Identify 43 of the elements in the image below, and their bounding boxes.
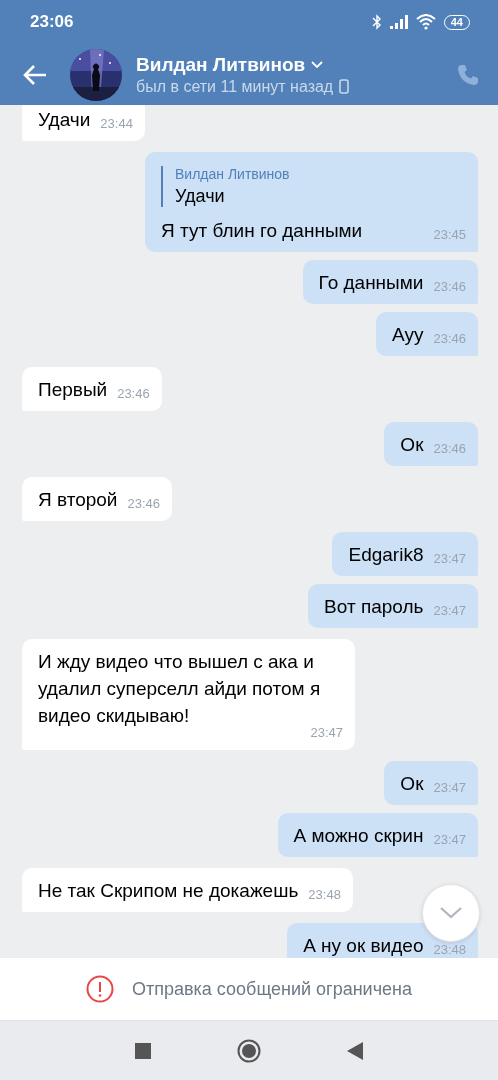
message-text: Я второй (38, 488, 118, 512)
message-text: А ну ок видео (303, 934, 424, 958)
message-time: 23:47 (309, 726, 343, 739)
wifi-icon (415, 14, 436, 30)
message-text: Го данными (318, 271, 424, 295)
message-time: 23:47 (432, 604, 466, 617)
quote-author: Вилдан Литвинов (175, 166, 291, 182)
chevron-down-icon[interactable] (439, 906, 463, 920)
contact-name[interactable]: Вилдан Литвинов (136, 53, 306, 76)
message-time: 23:46 (116, 387, 150, 400)
message-time: 23:45 (432, 228, 466, 241)
message-time: 23:46 (432, 332, 466, 345)
message-time: 23:48 (307, 888, 341, 901)
message-time: 23:46 (126, 497, 161, 510)
signal-icon (389, 15, 408, 29)
message-time: 23:47 (432, 781, 466, 794)
phone-icon (339, 79, 350, 94)
message-text: Удачи (38, 108, 91, 132)
message-time: 23:47 (432, 833, 466, 846)
message-time: 23:46 (432, 442, 466, 455)
message-text: Ауу (392, 323, 424, 347)
message-text: Не так Скрипом не докажешь (38, 879, 299, 903)
recents-icon[interactable] (135, 1042, 151, 1059)
back-nav-icon[interactable] (347, 1041, 363, 1060)
quote-text: Удачи (175, 186, 226, 207)
last-seen: был в сети 11 минут назад (136, 77, 334, 96)
message-text: Edgarik8 (348, 543, 424, 567)
message-text: И жду видео что вышел с ака и удалил суперселл айди потом я видео скидываю! (38, 650, 322, 728)
bluetooth-icon (371, 14, 382, 30)
clock: 23:06 (30, 12, 74, 32)
restriction-notice: Отправка сообщений ограничена (132, 978, 412, 1000)
message-time: 23:44 (99, 117, 133, 130)
home-icon[interactable] (237, 1038, 261, 1063)
message-text: Ок (400, 772, 424, 796)
message-text: Я тут блин го данными (161, 219, 363, 243)
message-time: 23:47 (432, 552, 466, 565)
message-text: А можно скрин (293, 824, 424, 848)
warning-icon (86, 975, 114, 1003)
message-text: Ок (400, 433, 424, 457)
message-text: Первый (38, 378, 108, 402)
message-time: 23:46 (432, 280, 466, 293)
message-text: Вот пароль (324, 595, 424, 619)
message-time: 23:48 (432, 943, 466, 956)
